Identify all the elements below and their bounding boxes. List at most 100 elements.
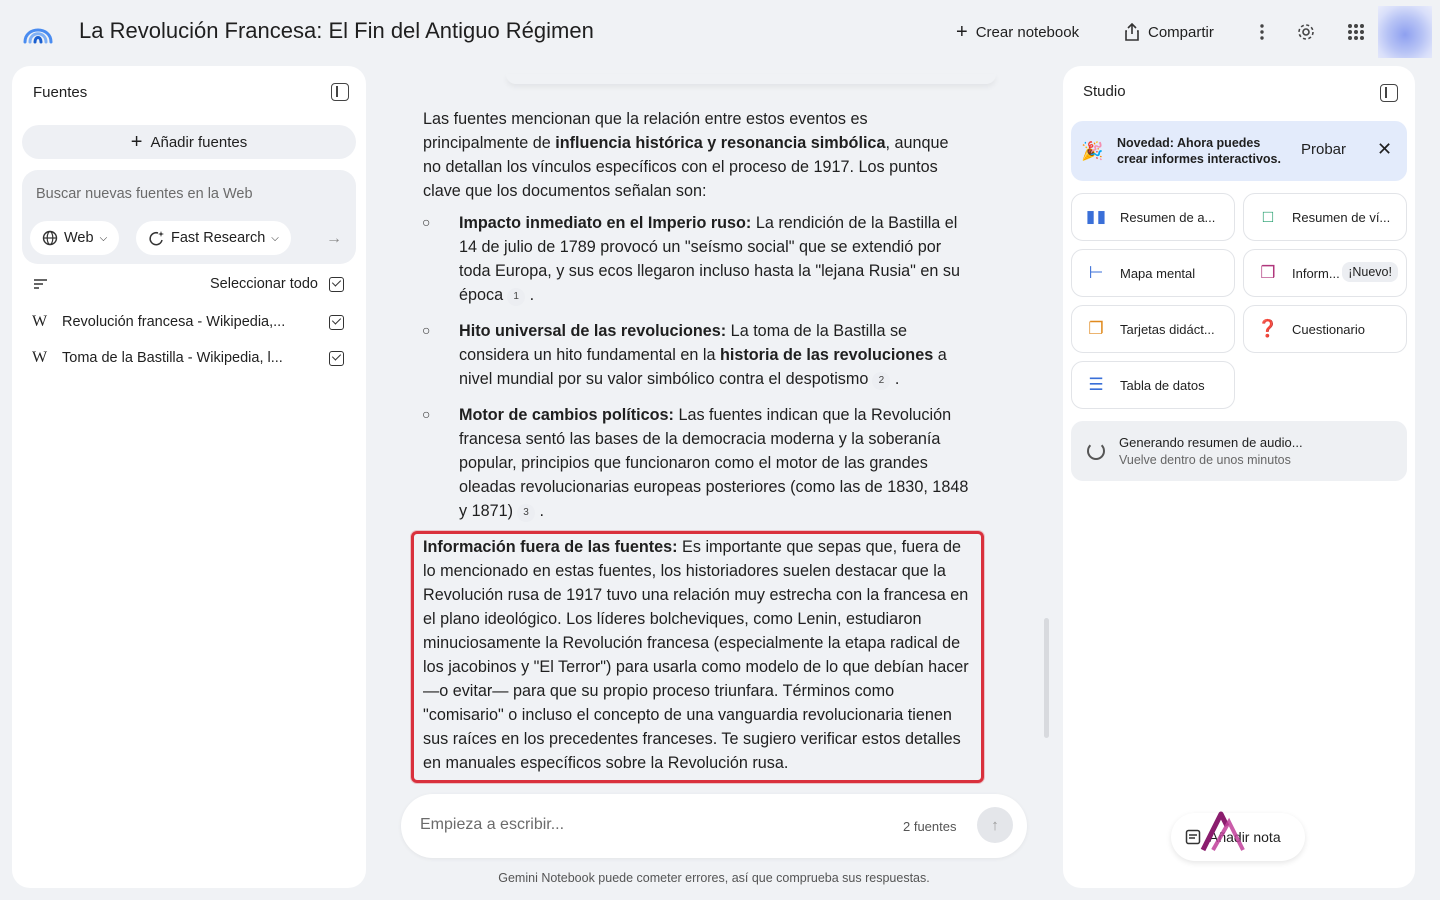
tile-label: Resumen de a... xyxy=(1120,209,1216,225)
research-chip-label: Fast Research xyxy=(171,230,266,246)
plus-icon: + xyxy=(130,130,143,153)
list-item: Hito universal de las revoluciones: La t… xyxy=(459,322,947,390)
table-icon: ☰ xyxy=(1088,375,1104,394)
studio-tile-data-table[interactable]: ☰ Tabla de datos xyxy=(1071,361,1235,409)
chevron-down-icon: ⌵ xyxy=(271,232,279,244)
notebook-logo-icon[interactable] xyxy=(22,18,54,46)
select-all-row[interactable]: Seleccionar todo xyxy=(32,272,346,296)
report-icon: ❒ xyxy=(1260,263,1276,282)
settings-gear-icon[interactable] xyxy=(1294,20,1318,44)
chevron-down-icon: ⌵ xyxy=(99,232,108,244)
audio-icon: ▮ ▮ xyxy=(1085,207,1107,226)
outside-note-heading: Información fuera de las fuentes: xyxy=(423,538,678,556)
party-popper-icon: 🎉 xyxy=(1081,141,1104,161)
intro-emphasis: influencia histórica y resonancia simból… xyxy=(555,134,886,152)
loading-spinner-icon xyxy=(1087,442,1105,460)
studio-tile-mind-map[interactable]: ⊢ Mapa mental xyxy=(1071,249,1235,297)
tile-label: Inform... xyxy=(1292,265,1340,281)
share-label: Compartir xyxy=(1148,23,1214,41)
tile-label: Tabla de datos xyxy=(1120,377,1205,393)
studio-tile-audio-summary[interactable]: ▮ ▮ Resumen de a... xyxy=(1071,193,1235,241)
source-item-checkbox[interactable] xyxy=(329,314,344,330)
tile-label: Cuestionario xyxy=(1292,321,1365,337)
citation-badge[interactable]: 2 xyxy=(872,372,891,390)
add-sources-label: Añadir fuentes xyxy=(150,133,248,151)
filter-icon xyxy=(34,279,47,289)
flashcards-icon: ❐ xyxy=(1088,319,1104,338)
globe-icon xyxy=(42,230,58,246)
select-all-checkbox[interactable] xyxy=(329,276,344,292)
apps-grid-icon[interactable] xyxy=(1344,20,1368,44)
list-item-heading: Hito universal de las revoluciones: xyxy=(459,322,727,340)
response-intro: Las fuentes mencionan que la relación en… xyxy=(423,107,963,203)
sources-title: Fuentes xyxy=(33,84,88,101)
add-sources-button[interactable]: + Añadir fuentes xyxy=(22,125,356,159)
studio-title: Studio xyxy=(1083,83,1126,100)
studio-tile-video-summary[interactable]: □ Resumen de ví... xyxy=(1243,193,1407,241)
generating-subtitle: Vuelve dentro de unos minutos xyxy=(1119,453,1291,467)
mindmap-icon: ⊢ xyxy=(1088,263,1104,282)
web-chip-label: Web xyxy=(64,230,94,246)
source-count-label: 2 fuentes xyxy=(903,819,957,834)
select-all-label: Seleccionar todo xyxy=(209,276,318,292)
studio-tile-quiz[interactable]: ❓ Cuestionario xyxy=(1243,305,1407,353)
user-avatar[interactable] xyxy=(1378,6,1432,58)
source-item[interactable]: W Toma de la Bastilla - Wikipedia, l... xyxy=(32,346,346,370)
list-item: Motor de cambios políticos: Las fuentes … xyxy=(459,406,969,522)
chat-input-bar: Empieza a escribir... 2 fuentes ↑ xyxy=(401,794,1027,858)
citation-badge[interactable]: 3 xyxy=(517,504,535,522)
source-item[interactable]: W Revolución francesa - Wikipedia,... xyxy=(32,310,346,334)
generating-title: Generando resumen de audio... xyxy=(1119,435,1303,450)
research-mode-dropdown[interactable]: Fast Research ⌵ xyxy=(136,221,291,255)
new-feature-banner: 🎉 Novedad: Ahora puedes crear informes i… xyxy=(1071,121,1407,181)
web-search-input[interactable]: Buscar nuevas fuentes en la Web xyxy=(36,186,253,202)
bullet-marker-icon: ○ xyxy=(422,322,431,338)
tile-label: Mapa mental xyxy=(1120,265,1196,281)
try-button[interactable]: Probar xyxy=(1301,141,1346,158)
outside-sources-note: Información fuera de las fuentes: Es imp… xyxy=(423,535,976,775)
wikipedia-icon: W xyxy=(32,349,48,366)
plus-icon: + xyxy=(956,20,968,43)
create-notebook-label: Crear notebook xyxy=(975,23,1080,41)
wikipedia-icon: W xyxy=(32,313,48,330)
share-button[interactable]: Compartir xyxy=(1124,20,1214,44)
bullet-marker-icon: ○ xyxy=(422,214,431,230)
citation-badge[interactable]: 1 xyxy=(507,288,526,306)
share-icon xyxy=(1125,23,1139,41)
watermark-logo-icon xyxy=(1200,811,1245,852)
outside-note-text: Es importante que sepas que, fuera de lo… xyxy=(423,538,969,772)
web-search-box: Buscar nuevas fuentes en la Web Web ⌵ Fa… xyxy=(22,170,356,264)
list-item-heading: Motor de cambios políticos: xyxy=(459,406,674,424)
disclaimer-footer: Gemini Notebook puede cometer errores, a… xyxy=(498,871,930,885)
bullet-marker-icon: ○ xyxy=(422,406,431,422)
tile-label: Tarjetas didáct... xyxy=(1120,321,1215,337)
collapse-sources-icon[interactable] xyxy=(331,83,349,101)
web-source-dropdown[interactable]: Web ⌵ xyxy=(30,221,120,255)
list-item: Impacto inmediato en el Imperio ruso: La… xyxy=(459,214,961,306)
generating-audio-status: Generando resumen de audio... Vuelve den… xyxy=(1071,421,1407,481)
create-notebook-button[interactable]: + Crear notebook xyxy=(956,20,1079,44)
list-item-emphasis: historia de las revoluciones xyxy=(719,346,934,364)
sources-panel: Fuentes + Añadir fuentes Buscar nuevas f… xyxy=(12,66,366,888)
collapse-studio-icon[interactable] xyxy=(1380,84,1398,102)
source-item-checkbox[interactable] xyxy=(329,350,344,366)
chat-scrollbar[interactable] xyxy=(1044,618,1049,738)
tile-label: Resumen de ví... xyxy=(1292,209,1391,225)
list-item-heading: Impacto inmediato en el Imperio ruso: xyxy=(459,214,752,232)
app-header: La Revolución Francesa: El Fin del Antig… xyxy=(0,0,1440,64)
submit-search-arrow-icon[interactable]: → xyxy=(326,230,342,248)
chat-input[interactable]: Empieza a escribir... xyxy=(420,816,564,834)
studio-panel: Studio 🎉 Novedad: Ahora puedes crear inf… xyxy=(1063,66,1415,888)
previous-message-edge xyxy=(506,74,996,84)
quiz-icon: ❓ xyxy=(1257,319,1279,338)
chat-panel: Las fuentes mencionan que la relación en… xyxy=(376,66,1052,900)
video-icon: □ xyxy=(1262,207,1274,226)
studio-tile-reports[interactable]: ❒ Inform... ¡Nuevo! xyxy=(1243,249,1407,297)
sparkle-search-icon xyxy=(149,230,164,245)
send-arrow-icon[interactable]: ↑ xyxy=(977,807,1013,843)
source-item-label: Toma de la Bastilla - Wikipedia, l... xyxy=(62,350,283,366)
notebook-title[interactable]: La Revolución Francesa: El Fin del Antig… xyxy=(79,18,594,44)
close-icon[interactable]: ✕ xyxy=(1377,139,1392,160)
more-options-icon[interactable] xyxy=(1250,20,1274,44)
studio-tile-flashcards[interactable]: ❐ Tarjetas didáct... xyxy=(1071,305,1235,353)
